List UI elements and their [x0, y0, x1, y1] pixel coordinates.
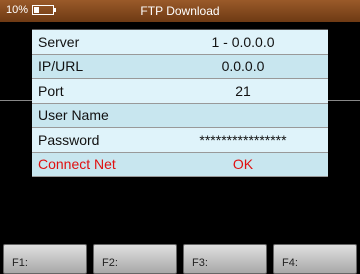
- setting-row-ip-url[interactable]: IP/URL 0.0.0.0: [32, 54, 328, 79]
- connect-net-label: Connect Net: [38, 156, 116, 173]
- ip-url-label: IP/URL: [38, 58, 84, 75]
- password-value[interactable]: ****************: [158, 132, 328, 148]
- setting-row-server[interactable]: Server 1 - 0.0.0.0: [32, 30, 328, 55]
- port-value[interactable]: 21: [158, 83, 328, 99]
- setting-row-user-name[interactable]: User Name: [32, 103, 328, 128]
- server-label: Server: [38, 33, 80, 50]
- settings-panel: Server 1 - 0.0.0.0 IP/URL 0.0.0.0 Port 2…: [32, 29, 328, 177]
- title-bar: 10% FTP Download: [0, 0, 360, 22]
- f2-button[interactable]: F2:: [93, 244, 177, 274]
- setting-row-port[interactable]: Port 21: [32, 79, 328, 104]
- page-title: FTP Download: [140, 4, 220, 18]
- password-label: Password: [38, 131, 100, 148]
- ip-url-value[interactable]: 0.0.0.0: [158, 58, 328, 74]
- setting-row-password[interactable]: Password ****************: [32, 128, 328, 153]
- function-key-bar: F1: F2: F3: F4:: [0, 244, 360, 274]
- f4-button[interactable]: F4:: [273, 244, 357, 274]
- f3-button[interactable]: F3:: [183, 244, 267, 274]
- connect-net-value[interactable]: OK: [158, 156, 328, 172]
- setting-row-connect-net[interactable]: Connect Net OK: [32, 152, 328, 177]
- f1-button[interactable]: F1:: [3, 244, 87, 274]
- port-label: Port: [38, 82, 64, 99]
- user-name-label: User Name: [38, 107, 109, 124]
- server-value[interactable]: 1 - 0.0.0.0: [158, 34, 328, 50]
